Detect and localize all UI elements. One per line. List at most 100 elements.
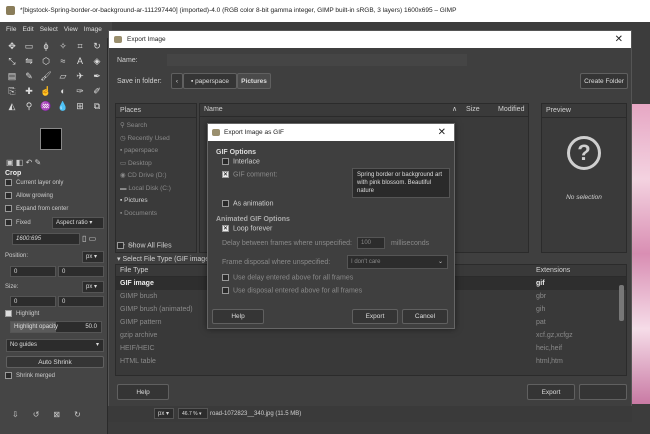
help-button[interactable]: Help: [117, 384, 169, 400]
position-x-input[interactable]: 0: [10, 266, 56, 277]
image-canvas[interactable]: [632, 104, 650, 404]
smudge-tool-icon[interactable]: ☝: [40, 85, 52, 97]
column-file-type[interactable]: File Type: [120, 265, 148, 277]
perspective-tool-icon[interactable]: ⧉: [91, 100, 103, 112]
gif-comment-option[interactable]: ✕ GIF comment:: [222, 171, 277, 178]
create-folder-button[interactable]: Create Folder: [580, 73, 628, 89]
heal-tool-icon[interactable]: ✚: [23, 85, 35, 97]
menu-view[interactable]: View: [64, 26, 78, 33]
place-home[interactable]: ▪ paperspace: [120, 145, 192, 158]
align-tool-icon[interactable]: ⊞: [74, 100, 86, 112]
close-icon[interactable]: ✕: [438, 124, 446, 141]
place-documents[interactable]: ▪ Documents: [120, 208, 192, 221]
place-cd-drive[interactable]: ◉ CD Drive (D:): [120, 170, 192, 183]
crumb-paperspace[interactable]: ▪ paperspace: [183, 73, 237, 89]
toolbox-bottom-icons[interactable]: ⇩↺⊠↻: [12, 410, 95, 419]
size-x-input[interactable]: 0: [10, 296, 56, 307]
airbrush-tool-icon[interactable]: ✈: [74, 70, 86, 82]
cancel-button-export[interactable]: [579, 384, 627, 400]
gif-comment-textarea[interactable]: Spring border or background art with pin…: [352, 168, 450, 198]
zoom-select[interactable]: 46.7 % ▾: [178, 408, 208, 419]
bucket-tool-icon[interactable]: ◈: [91, 55, 103, 67]
checkbox-checked-icon[interactable]: ✕: [222, 171, 229, 178]
gradient-tool-icon[interactable]: ▤: [6, 70, 18, 82]
status-unit-select[interactable]: px ▾: [154, 408, 174, 419]
current-layer-only-option[interactable]: Current layer only: [5, 179, 63, 186]
disposal-select[interactable]: I don't care ⌄: [347, 255, 448, 269]
position-y-input[interactable]: 0: [58, 266, 104, 277]
checkbox-checked-icon[interactable]: ✕: [222, 225, 229, 232]
use-disposal-option[interactable]: Use disposal entered above for all frame…: [222, 287, 362, 294]
column-extensions[interactable]: Extensions: [536, 265, 570, 277]
menu-edit[interactable]: Edit: [22, 26, 33, 33]
path-back-button[interactable]: ‹: [171, 73, 183, 89]
place-desktop[interactable]: ▭ Desktop: [120, 158, 192, 171]
move-tool-icon[interactable]: ✥: [6, 40, 18, 52]
file-type-row[interactable]: gzip archive xcf.gz,xcfgz: [116, 329, 626, 342]
fixed-mode-select[interactable]: Aspect ratio ▾: [52, 217, 104, 229]
lasso-icon[interactable]: ϕ: [40, 40, 52, 52]
scale-tool-icon[interactable]: ⤡: [6, 55, 18, 67]
position-unit-select[interactable]: px ▾: [82, 251, 104, 263]
flip-tool-icon[interactable]: ⇋: [23, 55, 35, 67]
checkbox-icon[interactable]: [222, 287, 229, 294]
fuzzy-select-icon[interactable]: ✧: [57, 40, 69, 52]
place-local-disk[interactable]: ▬ Local Disk (C:): [120, 183, 192, 196]
ratio-input[interactable]: 1600:695: [12, 233, 80, 245]
cage-tool-icon[interactable]: ⬡: [40, 55, 52, 67]
path-tool-icon[interactable]: ✑: [74, 85, 86, 97]
blend-tool-icon[interactable]: ♒: [40, 100, 52, 112]
checkbox-icon[interactable]: [222, 200, 229, 207]
zoom-tool-icon[interactable]: ⚲: [23, 100, 35, 112]
drop-tool-icon[interactable]: 💧: [57, 100, 69, 112]
eraser-tool-icon[interactable]: ▱: [57, 70, 69, 82]
portrait-landscape-icon[interactable]: ▯ ▭: [82, 234, 96, 243]
warp-tool-icon[interactable]: ≈: [57, 55, 69, 67]
select-file-type-expander[interactable]: ▾ Select File Type (GIF image): [117, 255, 211, 263]
pencil-tool-icon[interactable]: ✎: [23, 70, 35, 82]
menu-select[interactable]: Select: [40, 26, 58, 33]
checkbox-icon[interactable]: [5, 179, 12, 186]
crumb-pictures[interactable]: Pictures: [237, 73, 271, 89]
gif-export-button[interactable]: Export: [352, 309, 398, 324]
checkbox-checked-icon[interactable]: [5, 310, 12, 317]
shrink-merged-option[interactable]: Shrink merged: [5, 372, 55, 379]
checkbox-icon[interactable]: [222, 274, 229, 281]
menu-file[interactable]: File: [6, 26, 16, 33]
measure-tool-icon[interactable]: ◭: [6, 100, 18, 112]
foreground-color[interactable]: [40, 128, 62, 150]
filename-input[interactable]: [167, 54, 467, 66]
guides-select[interactable]: No guides ▾: [6, 339, 104, 352]
text-tool-icon[interactable]: A: [74, 55, 86, 67]
clone-tool-icon[interactable]: ⎘: [6, 85, 18, 97]
gif-help-button[interactable]: Help: [212, 309, 264, 324]
column-modified[interactable]: Modified: [498, 104, 524, 116]
dodge-tool-icon[interactable]: ◐: [57, 85, 69, 97]
tool-options-tabs-icon[interactable]: ▣ ◧ ↶ ✎: [6, 158, 41, 167]
file-type-row[interactable]: HTML table html,htm: [116, 355, 626, 368]
menu-image[interactable]: Image: [84, 26, 102, 33]
highlight-opacity-slider[interactable]: Highlight opacity 50.0: [10, 321, 102, 333]
auto-shrink-button[interactable]: Auto Shrink: [6, 356, 104, 368]
expand-from-center-option[interactable]: Expand from center: [5, 205, 68, 212]
checkbox-icon[interactable]: [5, 372, 12, 379]
show-all-files-option[interactable]: Show All Files: [117, 242, 172, 249]
column-size[interactable]: Size: [466, 104, 480, 116]
picker-tool-icon[interactable]: ✐: [91, 85, 103, 97]
place-pictures[interactable]: ▪ Pictures: [120, 195, 192, 208]
checkbox-icon[interactable]: [5, 219, 12, 226]
place-search[interactable]: ⚲ Search: [120, 120, 192, 133]
checkbox-icon[interactable]: [117, 242, 124, 249]
interlace-option[interactable]: Interlace: [222, 158, 260, 165]
allow-growing-option[interactable]: Allow growing: [5, 192, 53, 199]
column-name[interactable]: Name: [204, 104, 223, 116]
brush-tool-icon[interactable]: 🖌: [40, 70, 52, 82]
delay-input[interactable]: 100: [357, 237, 385, 249]
place-recent[interactable]: ◷ Recently Used: [120, 133, 192, 146]
highlight-option[interactable]: Highlight: [5, 310, 39, 317]
gif-cancel-button[interactable]: Cancel: [402, 309, 448, 324]
file-type-row[interactable]: HEIF/HEIC heic,heif: [116, 342, 626, 355]
ink-tool-icon[interactable]: ✒: [91, 70, 103, 82]
scrollbar[interactable]: [619, 285, 624, 321]
checkbox-icon[interactable]: [5, 192, 12, 199]
